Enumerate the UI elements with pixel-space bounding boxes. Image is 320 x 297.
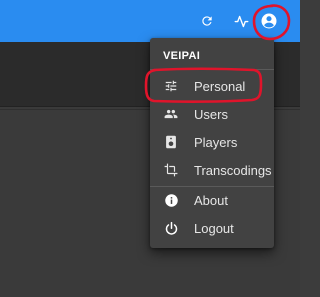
menu-item-transcodings[interactable]: Transcodings — [150, 156, 274, 184]
activity-icon[interactable] — [228, 0, 254, 42]
menu-username: VEIPAI — [163, 50, 201, 62]
menu-item-label: About — [194, 192, 228, 208]
menu-item-label: Users — [194, 106, 228, 122]
menu-item-players[interactable]: Players — [150, 128, 274, 156]
menu-item-personal[interactable]: Personal — [150, 72, 274, 100]
menu-item-label: Players — [194, 134, 238, 150]
menu-item-label: Logout — [194, 220, 234, 236]
account-menu: VEIPAI Personal Users Players Transcodin… — [150, 38, 274, 248]
speaker-icon — [163, 134, 179, 150]
power-icon — [163, 220, 179, 236]
menu-item-about[interactable]: About — [150, 186, 274, 214]
menu-item-logout[interactable]: Logout — [150, 214, 274, 242]
info-icon — [163, 192, 179, 208]
crop-icon — [163, 162, 179, 178]
people-icon — [163, 106, 179, 122]
menu-item-label: Transcodings — [194, 162, 272, 178]
account-circle-icon[interactable] — [256, 0, 282, 42]
menu-item-users[interactable]: Users — [150, 100, 274, 128]
menu-item-label: Personal — [194, 78, 246, 94]
tune-icon — [163, 78, 179, 94]
menu-divider — [150, 69, 274, 70]
app-bar — [0, 0, 300, 42]
refresh-icon[interactable] — [194, 0, 220, 42]
